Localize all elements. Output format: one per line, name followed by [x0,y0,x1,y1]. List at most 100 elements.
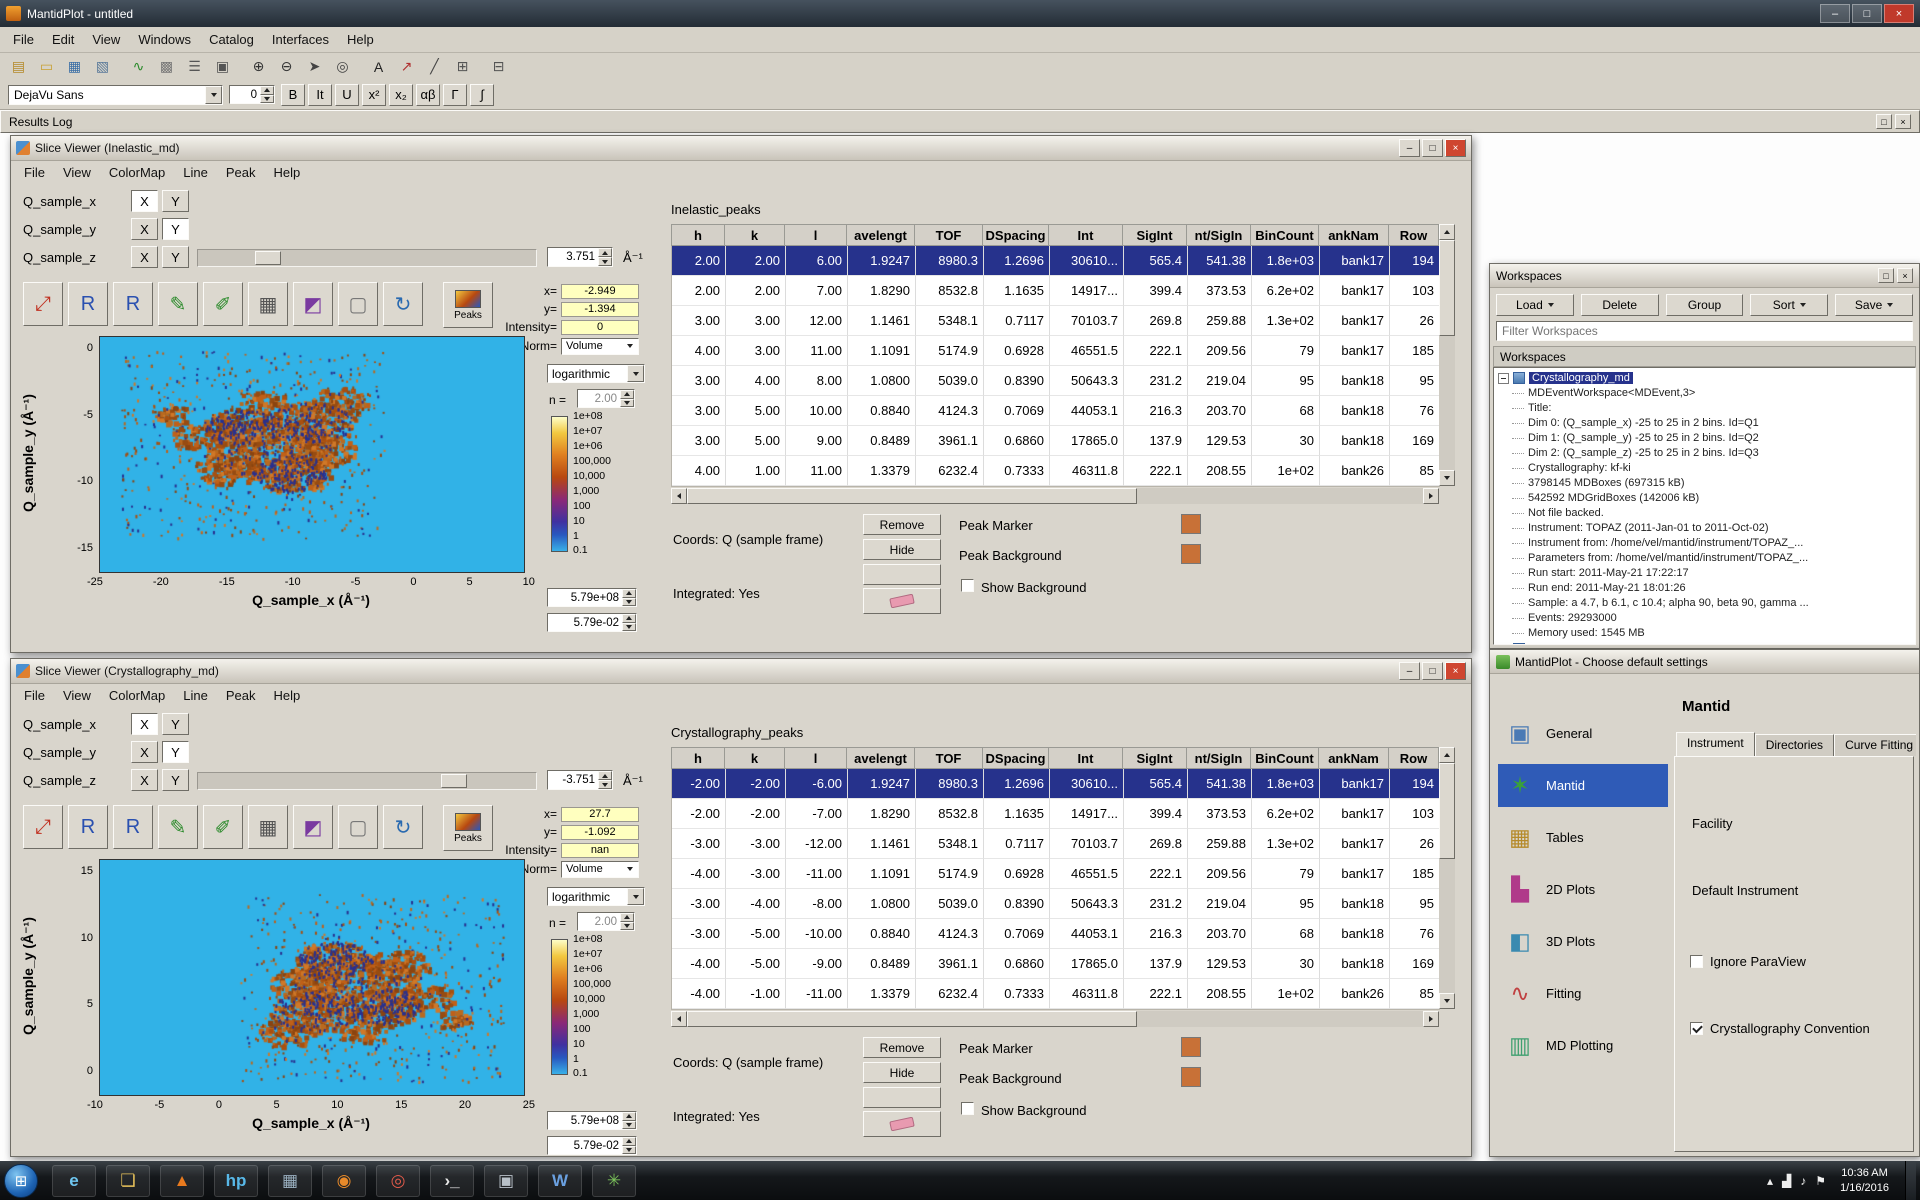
peak-row[interactable]: 3.004.008.001.08005039.00.839050643.3231… [672,366,1440,396]
y-axis-button[interactable]: Y [162,190,189,212]
workspace-detail-line[interactable]: Crystallography: kf-ki [1498,461,1915,476]
integral-button[interactable]: ∫ [470,84,494,106]
pointer-icon[interactable]: ➤ [302,55,327,78]
window-titlebar[interactable]: Slice Viewer (Crystallography_md) – □ × [11,659,1471,684]
workspace-detail-line[interactable]: Memory used: 1545 MB [1498,626,1915,641]
category-fitting[interactable]: ∿ Fitting [1498,972,1668,1015]
peak-background-color-swatch[interactable] [1181,1067,1201,1087]
x-axis-button[interactable]: X [131,190,158,212]
table-horizontal-scrollbar[interactable] [671,1011,1439,1027]
slice-slider[interactable] [197,249,537,267]
slider-thumb[interactable] [441,774,467,788]
close-button[interactable]: × [1884,4,1914,23]
x-axis-button[interactable]: X [131,218,158,240]
results-log-bar[interactable]: Results Log □ × [0,110,1920,133]
start-button[interactable]: ⊞ [4,1164,38,1198]
rebin-grid-icon[interactable]: ▦ [248,805,288,849]
workspace-root-item[interactable]: Crystallography_md [1498,370,1915,386]
calculator-icon[interactable]: ▦ [268,1165,312,1197]
menu-item[interactable]: ColorMap [100,684,174,707]
category-3d-plots[interactable]: ◧ 3D Plots [1498,920,1668,963]
category-mantid[interactable]: ✶ Mantid [1498,764,1668,807]
new-table-icon[interactable]: ▧ [90,55,115,78]
table-vertical-scrollbar[interactable] [1439,224,1455,486]
settings-tab[interactable]: Directories [1755,734,1834,756]
checkbox-icon[interactable] [1690,1022,1703,1035]
slice-point-spinbox[interactable]: -3.751 [547,770,613,790]
media-player-icon[interactable]: ▲ [160,1165,204,1197]
font-select[interactable]: DejaVu Sans [8,85,223,105]
peak-row[interactable]: 2.002.007.001.82908532.81.163514917...39… [672,276,1440,306]
normalization-select[interactable]: Volume [561,861,639,878]
minimize-button[interactable]: – [1820,4,1850,23]
rebin-mode-icon[interactable]: ◩ [293,805,333,849]
refresh-rebin-icon[interactable]: ↻ [383,282,423,326]
menu-item[interactable]: Interfaces [263,28,338,51]
slider-thumb[interactable] [255,251,281,265]
command-prompt-icon[interactable]: ›_ [430,1165,474,1197]
colorbar-min-spinbox[interactable]: 5.79e-02 [547,1136,637,1155]
show-background-checkbox[interactable] [961,1102,974,1115]
category-general[interactable]: ▣ General [1498,712,1668,755]
category-2d-plots[interactable]: ▙ 2D Plots [1498,868,1668,911]
slice-plot-canvas[interactable] [99,336,525,573]
hp-icon[interactable]: hp [214,1165,258,1197]
normalization-select[interactable]: Volume [561,338,639,355]
peak-marker-color-swatch[interactable] [1181,514,1201,534]
workspace-detail-line[interactable]: Run start: 2011-May-21 17:22:17 [1498,566,1915,581]
y-axis-button[interactable]: Y [162,246,189,268]
action-center-icon[interactable]: ⚑ [1815,1174,1826,1188]
peak-region-alt-icon[interactable]: R [113,805,153,849]
float-panel-icon[interactable]: □ [1878,268,1894,283]
clear-peaks-button[interactable] [863,588,941,614]
checkbox-icon[interactable] [1690,955,1703,968]
close-button[interactable]: × [1445,139,1466,157]
peak-row[interactable]: -3.00-3.00-12.001.14615348.10.711770103.… [672,829,1440,859]
colormap-scale-select[interactable]: logarithmic [547,364,645,383]
peak-row[interactable]: 3.003.0012.001.14615348.10.711770103.726… [672,306,1440,336]
line-overlay-icon[interactable]: ✐ [203,805,243,849]
sort-button[interactable]: Sort [1750,294,1828,316]
workspace-detail-line[interactable]: Instrument from: /home/vel/mantid/instru… [1498,536,1915,551]
slice-slider[interactable] [197,772,537,790]
close-button[interactable]: × [1445,662,1466,680]
peak-row[interactable]: -2.00-2.00-6.001.92478980.31.269630610..… [672,769,1440,799]
workspace-detail-line[interactable]: Run end: 2011-May-21 18:01:26 [1498,581,1915,596]
remove-peak-button[interactable]: Remove [863,1037,941,1058]
menu-item[interactable]: Catalog [200,28,263,51]
workspace-detail-line[interactable]: Dim 1: (Q_sample_y) -25 to 25 in 2 bins.… [1498,431,1915,446]
menu-item[interactable]: Peak [217,161,265,184]
workspace-detail-line[interactable]: 3798145 MDBoxes (697315 kB) [1498,476,1915,491]
magnifier-icon[interactable]: ◎ [330,55,355,78]
new-project-icon[interactable]: ▤ [6,55,31,78]
new-graph-icon[interactable]: ∿ [126,55,151,78]
underline-button[interactable]: U [335,84,359,106]
peak-row[interactable]: 3.005.0010.000.88404124.30.706944053.121… [672,396,1440,426]
menu-item[interactable]: Peak [217,684,265,707]
filter-workspaces-input[interactable] [1496,321,1913,341]
peak-row[interactable]: -4.00-3.00-11.001.10915174.90.692846551.… [672,859,1440,889]
menu-item[interactable]: Help [338,28,383,51]
maximize-button[interactable]: □ [1422,662,1443,680]
delete-button[interactable]: Delete [1581,294,1659,316]
workspace-detail-line[interactable]: Instrument: TOPAZ (2011-Jan-01 to 2011-O… [1498,521,1915,536]
load-button[interactable]: Load [1496,294,1574,316]
clear-peaks-button[interactable] [863,1111,941,1137]
font-size-spinbox[interactable]: 0 [229,85,275,104]
word-icon[interactable]: W [538,1165,582,1197]
draw-line-icon[interactable]: ╱ [422,55,447,78]
save-button[interactable]: Save [1835,294,1913,316]
zoom-out-icon[interactable]: ⊖ [274,55,299,78]
peak-row[interactable]: 4.003.0011.001.10915174.90.692846551.522… [672,336,1440,366]
expand-icon[interactable] [1498,644,1509,646]
volume-icon[interactable]: ♪ [1800,1174,1806,1188]
hidden-icons-icon[interactable]: ▴ [1767,1174,1773,1188]
menu-item[interactable]: ColorMap [100,161,174,184]
main-titlebar[interactable]: MantidPlot - untitled – □ × [0,0,1920,27]
chevron-down-icon[interactable] [205,86,222,104]
snap-grid-icon[interactable]: ▢ [338,805,378,849]
peak-row[interactable]: -3.00-4.00-8.001.08005039.00.839050643.3… [672,889,1440,919]
zoom-in-icon[interactable]: ⊕ [246,55,271,78]
workspace-peaks-item[interactable]: Crystallography_peaks [1498,641,1915,645]
workspaces-panel-titlebar[interactable]: Workspaces □ × [1490,264,1919,288]
